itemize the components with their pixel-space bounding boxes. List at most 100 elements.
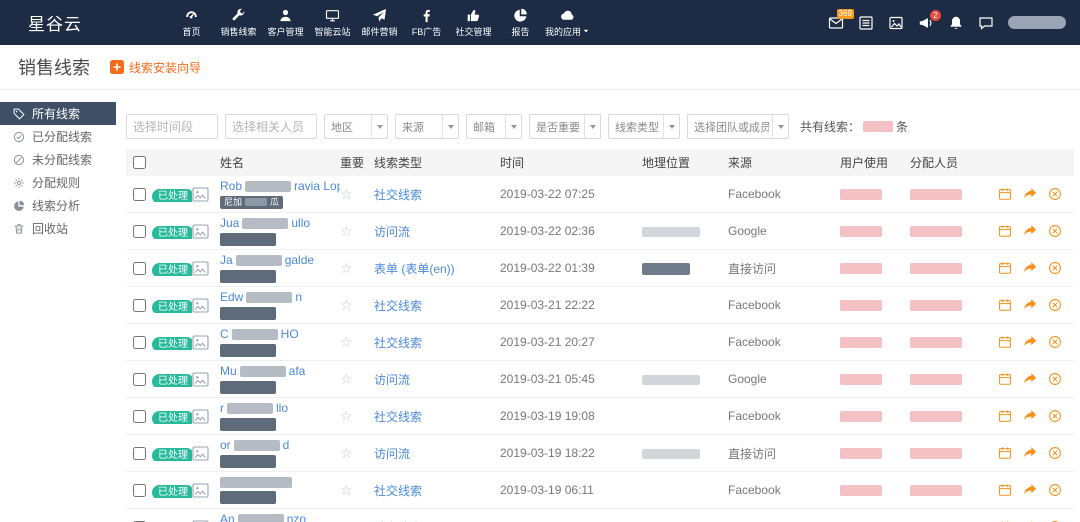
remove-icon[interactable]	[1048, 409, 1062, 423]
star-icon[interactable]: ☆	[340, 409, 353, 424]
user-account[interactable]	[1008, 16, 1066, 29]
navbar-item-0[interactable]: 首页	[168, 0, 215, 45]
sidebar-item-0[interactable]: 所有线索	[0, 102, 116, 125]
time-range-input[interactable]	[126, 114, 218, 139]
filter-select-0[interactable]: 地区	[324, 114, 388, 139]
calendar-icon[interactable]	[998, 372, 1012, 386]
redacted-usage	[840, 411, 882, 422]
remove-icon[interactable]	[1048, 224, 1062, 238]
row-checkbox[interactable]	[133, 484, 146, 497]
lead-name-link[interactable]: Edwn	[220, 291, 302, 304]
lead-name-link[interactable]: Jagalde	[220, 254, 314, 267]
filter-select-4[interactable]: 线索类型	[608, 114, 680, 139]
calendar-icon[interactable]	[998, 335, 1012, 349]
lead-name-link[interactable]: rllo	[220, 402, 288, 415]
lead-name-link[interactable]	[220, 477, 292, 488]
remove-icon[interactable]	[1048, 372, 1062, 386]
sidebar-item-1[interactable]: 已分配线索	[0, 125, 116, 148]
brand-logo[interactable]: 星谷云	[0, 10, 132, 35]
star-icon[interactable]: ☆	[340, 335, 353, 350]
select-all-checkbox[interactable]	[133, 156, 146, 169]
share-icon[interactable]	[1023, 335, 1037, 349]
row-checkbox[interactable]	[133, 373, 146, 386]
calendar-icon[interactable]	[998, 187, 1012, 201]
related-person-input[interactable]	[225, 114, 317, 139]
lead-name-link[interactable]: Robravia Lopez	[220, 180, 340, 193]
remove-icon[interactable]	[1048, 483, 1062, 497]
row-checkbox[interactable]	[133, 447, 146, 460]
remove-icon[interactable]	[1048, 187, 1062, 201]
filter-select-2[interactable]: 邮箱	[466, 114, 522, 139]
navbar-item-8[interactable]: 我的应用	[544, 0, 591, 45]
share-icon[interactable]	[1023, 298, 1037, 312]
notification-bell-icon[interactable]	[948, 15, 964, 31]
remove-icon[interactable]	[1048, 298, 1062, 312]
orders-list-icon[interactable]	[858, 15, 874, 31]
row-checkbox[interactable]	[133, 410, 146, 423]
star-icon[interactable]: ☆	[340, 261, 353, 276]
remove-icon[interactable]	[1048, 446, 1062, 460]
star-icon[interactable]: ☆	[340, 298, 353, 313]
lead-name-link[interactable]: Juaullo	[220, 217, 310, 230]
sidebar-item-5[interactable]: 回收站	[0, 217, 116, 240]
lead-name-link[interactable]: CHO	[220, 328, 299, 341]
navbar-item-7[interactable]: 报告	[497, 0, 544, 45]
row-checkbox[interactable]	[133, 225, 146, 238]
filter-select-5[interactable]: 选择团队或成员	[687, 114, 789, 139]
filter-select-1[interactable]: 来源	[395, 114, 459, 139]
share-icon[interactable]	[1023, 372, 1037, 386]
calendar-icon[interactable]	[998, 298, 1012, 312]
gallery-icon[interactable]	[888, 15, 904, 31]
share-icon[interactable]	[1023, 261, 1037, 275]
calendar-icon[interactable]	[998, 224, 1012, 238]
lead-type-link[interactable]: 社交线索	[374, 410, 422, 424]
star-icon[interactable]: ☆	[340, 372, 353, 387]
lead-type-link[interactable]: 社交线索	[374, 299, 422, 313]
row-checkbox[interactable]	[133, 262, 146, 275]
lead-type-link[interactable]: 访问流	[374, 225, 410, 239]
remove-icon[interactable]	[1048, 335, 1062, 349]
mail-icon[interactable]: 369	[828, 15, 844, 31]
sidebar-item-4[interactable]: 线索分析	[0, 194, 116, 217]
row-checkbox[interactable]	[133, 299, 146, 312]
lead-type-link[interactable]: 访问流	[374, 373, 410, 387]
sidebar-item-2[interactable]: 未分配线索	[0, 148, 116, 171]
wizard-link[interactable]: 线索安装向导	[110, 59, 201, 76]
lead-name-link[interactable]: ord	[220, 439, 289, 452]
calendar-icon[interactable]	[998, 261, 1012, 275]
navbar-item-3[interactable]: 智能云站	[309, 0, 356, 45]
lead-name-link[interactable]: Annzo	[220, 513, 306, 522]
row-checkbox[interactable]	[133, 188, 146, 201]
lead-type-link[interactable]: 访问流	[374, 447, 410, 461]
navbar-item-2[interactable]: 客户管理	[262, 0, 309, 45]
navbar-item-6[interactable]: 社交管理	[450, 0, 497, 45]
row-checkbox[interactable]	[133, 336, 146, 349]
share-icon[interactable]	[1023, 187, 1037, 201]
share-icon[interactable]	[1023, 446, 1037, 460]
calendar-icon[interactable]	[998, 446, 1012, 460]
filter-select-3[interactable]: 是否重要	[529, 114, 601, 139]
share-icon[interactable]	[1023, 483, 1037, 497]
calendar-icon[interactable]	[998, 483, 1012, 497]
announcement-icon[interactable]: 2	[918, 15, 934, 31]
navbar-item-1[interactable]: 销售线索	[215, 0, 262, 45]
star-icon[interactable]: ☆	[340, 483, 353, 498]
header-usage: 用户使用	[840, 154, 910, 171]
lead-type-link[interactable]: 社交线索	[374, 188, 422, 202]
calendar-icon[interactable]	[998, 409, 1012, 423]
star-icon[interactable]: ☆	[340, 224, 353, 239]
lead-name-link[interactable]: Muafa	[220, 365, 305, 378]
star-icon[interactable]: ☆	[340, 187, 353, 202]
lead-type-link[interactable]: 社交线索	[374, 336, 422, 350]
navbar-item-5[interactable]: FB广告	[403, 0, 450, 45]
sidebar-item-3[interactable]: 分配规则	[0, 171, 116, 194]
navbar-item-4[interactable]: 邮件营销	[356, 0, 403, 45]
star-icon[interactable]: ☆	[340, 446, 353, 461]
remove-icon[interactable]	[1048, 261, 1062, 275]
lead-type-link[interactable]: 社交线索	[374, 484, 422, 498]
redacted-usage	[840, 448, 882, 459]
share-icon[interactable]	[1023, 224, 1037, 238]
share-icon[interactable]	[1023, 409, 1037, 423]
messages-icon[interactable]	[978, 15, 994, 31]
lead-type-link[interactable]: 表单 (表单(en))	[374, 262, 455, 276]
